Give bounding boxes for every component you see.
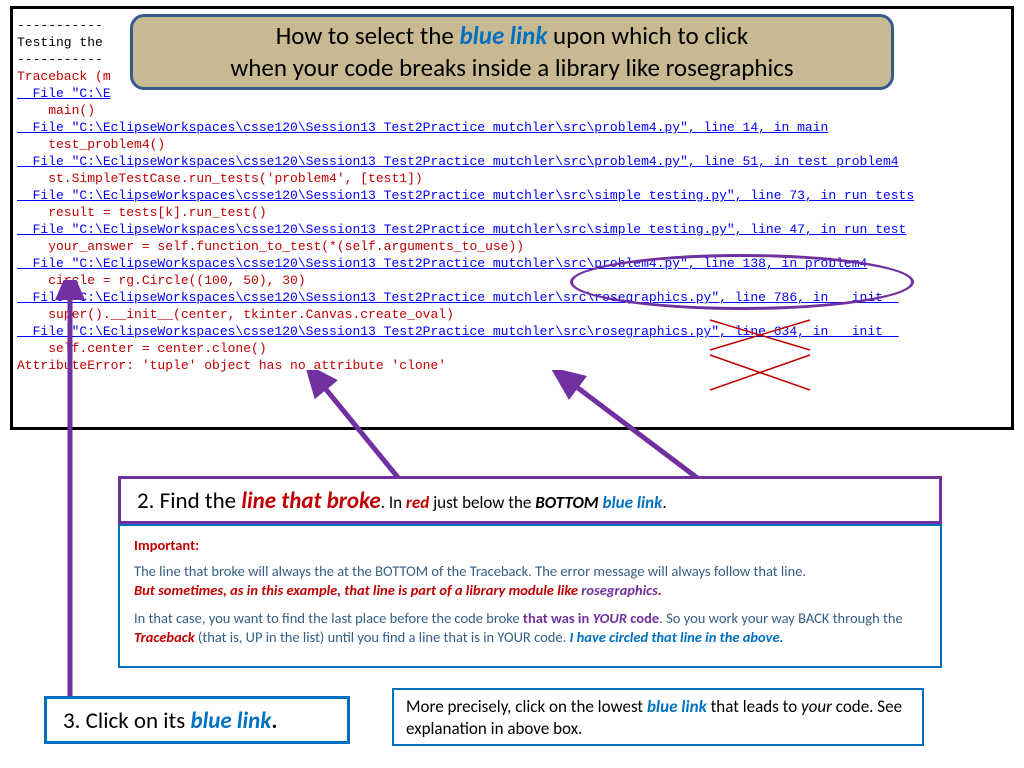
t: that was in bbox=[523, 609, 593, 627]
step2-emph: line that broke bbox=[241, 487, 380, 515]
file-link-6[interactable]: File "C:\EclipseWorkspaces\csse120\Sessi… bbox=[17, 290, 899, 305]
dash-line: ----------- bbox=[17, 18, 103, 33]
code-line: super().__init__(center, tkinter.Canvas.… bbox=[17, 307, 454, 322]
important-box: Important: The line that broke will alwa… bbox=[118, 524, 942, 668]
t: just below the bbox=[429, 492, 535, 513]
code-line: result = tests[k].run_test() bbox=[17, 205, 267, 220]
code-line: main() bbox=[17, 103, 95, 118]
error-line: AttributeError: 'tuple' object has no at… bbox=[17, 358, 446, 373]
t: blue link bbox=[190, 707, 271, 735]
title-text: upon which to click bbox=[547, 20, 748, 51]
file-link-4[interactable]: File "C:\EclipseWorkspaces\csse120\Sessi… bbox=[17, 222, 906, 237]
t: 3. Click on its bbox=[63, 707, 190, 735]
testing-line: Testing the bbox=[17, 35, 103, 50]
step2-text: 2. Find the bbox=[137, 487, 241, 515]
file-link-1[interactable]: File "C:\EclipseWorkspaces\csse120\Sessi… bbox=[17, 120, 828, 135]
title-banner: How to select the blue link upon which t… bbox=[130, 14, 894, 90]
t: (that is, UP in the list) until you find… bbox=[195, 628, 570, 646]
t: that leads to bbox=[707, 696, 801, 717]
t: rosegraphics bbox=[581, 581, 658, 599]
dash-line: ----------- bbox=[17, 52, 103, 67]
step-3-box: 3. Click on its blue link. bbox=[44, 696, 350, 744]
t: . bbox=[658, 581, 662, 599]
file-link-3[interactable]: File "C:\EclipseWorkspaces\csse120\Sessi… bbox=[17, 188, 914, 203]
t: In that case, you want to find the last … bbox=[134, 609, 523, 627]
step-2-box: 2. Find the line that broke. In red just… bbox=[118, 476, 942, 524]
t: . So you work your way BACK through the bbox=[659, 609, 903, 627]
t: red bbox=[406, 492, 429, 513]
file-link-5[interactable]: File "C:\EclipseWorkspaces\csse120\Sessi… bbox=[17, 256, 867, 271]
t: blue link bbox=[603, 492, 663, 513]
traceback-header: Traceback (m bbox=[17, 69, 111, 84]
t: The line that broke will always the at t… bbox=[134, 562, 806, 580]
file-link-truncated[interactable]: File "C:\E bbox=[17, 86, 111, 101]
t: BOTTOM bbox=[535, 492, 598, 513]
code-line: test_problem4() bbox=[17, 137, 165, 152]
code-line: self.center = center.clone() bbox=[17, 341, 267, 356]
code-line: circle = rg.Circle((100, 50), 30) bbox=[17, 273, 306, 288]
t: Traceback bbox=[134, 628, 195, 646]
t: your bbox=[801, 696, 832, 717]
code-line: st.SimpleTestCase.run_tests('problem4', … bbox=[17, 171, 423, 186]
t: But sometimes, as in this example, that … bbox=[134, 581, 581, 599]
t: . bbox=[271, 707, 277, 735]
title-text: How to select the bbox=[276, 20, 460, 51]
t: . bbox=[662, 492, 666, 513]
t: . In bbox=[381, 492, 406, 513]
t: YOUR bbox=[593, 609, 627, 627]
t: I have circled that line in the above. bbox=[570, 628, 784, 646]
file-link-7[interactable]: File "C:\EclipseWorkspaces\csse120\Sessi… bbox=[17, 324, 899, 339]
t: code bbox=[627, 609, 659, 627]
title-blue: blue link bbox=[459, 20, 547, 51]
code-line: your_answer = self.function_to_test(*(se… bbox=[17, 239, 524, 254]
important-header: Important: bbox=[134, 536, 926, 556]
t: More precisely, click on the lowest bbox=[406, 696, 647, 717]
file-link-2[interactable]: File "C:\EclipseWorkspaces\csse120\Sessi… bbox=[17, 154, 899, 169]
t: blue link bbox=[647, 696, 707, 717]
precise-box: More precisely, click on the lowest blue… bbox=[392, 688, 924, 746]
title-line2: when your code breaks inside a library l… bbox=[133, 52, 891, 85]
